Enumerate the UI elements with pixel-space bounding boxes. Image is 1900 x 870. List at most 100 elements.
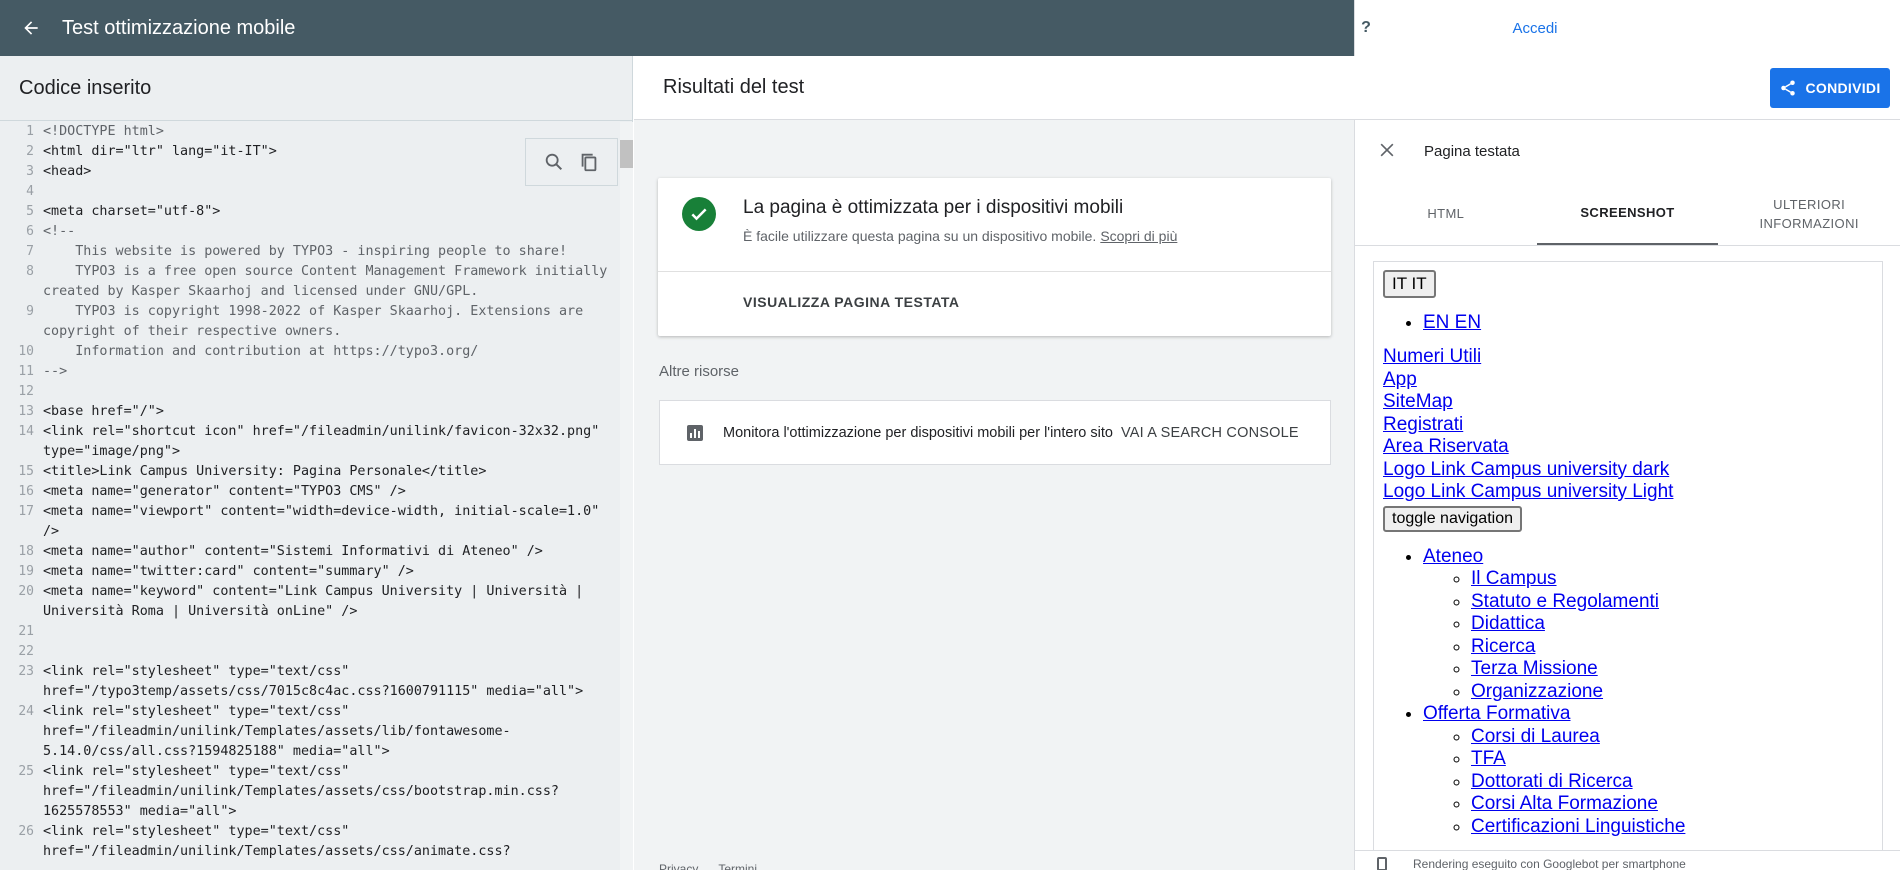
privacy-link[interactable]: Privacy bbox=[659, 862, 698, 870]
bar-chart-icon bbox=[687, 424, 703, 441]
code-text: <meta charset="utf-8"> bbox=[43, 204, 221, 219]
screenshot-submenu-item: Terza Missione bbox=[1471, 658, 1598, 679]
language-link-en: EN EN bbox=[1423, 312, 1482, 333]
apps-grid-icon[interactable] bbox=[1422, 19, 1440, 37]
tab-screenshot[interactable]: SCREENSHOT bbox=[1536, 182, 1719, 245]
login-button[interactable]: Accedi bbox=[1470, 10, 1600, 46]
code-line: 14 <link rel="shortcut icon" href="/filea… bbox=[0, 422, 620, 462]
line-number: 17 bbox=[18, 504, 34, 519]
code-line: 21 bbox=[0, 622, 620, 642]
line-number: 14 bbox=[18, 424, 34, 439]
screenshot-links: Numeri Utili App SiteMap Registrati Area Ris… bbox=[1383, 346, 1873, 504]
code-line: 7 This website is powered by TYPO3 - ins… bbox=[0, 242, 620, 262]
code-text: --> bbox=[43, 364, 68, 379]
line-number: 23 bbox=[18, 664, 34, 679]
code-line: 5 <meta charset="utf-8"> bbox=[0, 202, 620, 222]
line-number: 15 bbox=[18, 464, 34, 479]
screenshot-submenu-item: Statuto e Regolamenti bbox=[1471, 590, 1660, 612]
back-button[interactable] bbox=[0, 0, 62, 56]
check-circle-icon bbox=[682, 197, 716, 231]
code-line: 24 <link rel="stylesheet" type="text/css"… bbox=[0, 702, 620, 762]
screenshot-link: Logo Link Campus university dark bbox=[1383, 458, 1670, 480]
line-number: 22 bbox=[18, 644, 34, 659]
smartphone-icon bbox=[1377, 857, 1387, 870]
tested-page-panel: Pagina testata HTML SCREENSHOT ULTERIORI… bbox=[1354, 120, 1900, 870]
code-line: 11 --> bbox=[0, 362, 620, 382]
code-text: This website is powered by TYPO3 - inspi… bbox=[43, 244, 568, 259]
line-number: 25 bbox=[18, 764, 34, 779]
code-text: <link rel="stylesheet" type="text/css" h… bbox=[43, 664, 584, 699]
screenshot-submenu-item: Dottorati di Ricerca bbox=[1471, 770, 1633, 792]
screenshot-submenu-item: Didattica bbox=[1471, 613, 1545, 634]
code-line: 15 <title>Link Campus University: Pagina … bbox=[0, 462, 620, 482]
code-scrollbar[interactable] bbox=[620, 122, 633, 870]
view-tested-page-button[interactable]: VISUALIZZA PAGINA TESTATA bbox=[743, 294, 960, 310]
share-button[interactable]: CONDIVIDI bbox=[1770, 68, 1890, 108]
line-number: 9 bbox=[26, 304, 34, 319]
help-icon[interactable]: ? bbox=[1355, 17, 1377, 39]
verdict-description: È facile utilizzare questa pagina su un … bbox=[743, 228, 1097, 244]
learn-more-link[interactable]: Scopri di più bbox=[1100, 228, 1177, 244]
code-line: 16 <meta name="generator" content="TYPO3 … bbox=[0, 482, 620, 502]
monitor-text: Monitora l'ottimizzazione per dispositiv… bbox=[723, 424, 1113, 441]
code-line: 9 TYPO3 is copyright 1998-2022 of Kasper… bbox=[0, 302, 620, 342]
close-icon[interactable] bbox=[1377, 140, 1397, 160]
line-number: 10 bbox=[18, 344, 34, 359]
code-text: <link rel="shortcut icon" href="/fileadm… bbox=[43, 424, 608, 459]
line-number: 11 bbox=[18, 364, 34, 379]
line-number: 26 bbox=[18, 824, 34, 839]
line-number: 24 bbox=[18, 704, 34, 719]
line-number: 18 bbox=[18, 544, 34, 559]
app-title: Test ottimizzazione mobile bbox=[62, 16, 296, 39]
code-line: 17 <meta name="viewport" content="width=d… bbox=[0, 502, 620, 542]
share-icon bbox=[1781, 80, 1796, 96]
code-text: Information and contribution at https://… bbox=[43, 344, 479, 359]
screenshot-menu-item: Offerta Formativa bbox=[1423, 703, 1571, 724]
verdict-heading: La pagina è ottimizzata per i dispositiv… bbox=[743, 197, 1124, 218]
line-number: 2 bbox=[26, 144, 34, 159]
code-line: 6 <!-- bbox=[0, 222, 620, 242]
code-text: <!-- bbox=[43, 224, 76, 239]
search-console-link[interactable]: VAI A SEARCH CONSOLE bbox=[1121, 425, 1299, 441]
code-text: <meta name="keyword" content="Link Campu… bbox=[43, 584, 592, 619]
code-line: 23 <link rel="stylesheet" type="text/css"… bbox=[0, 662, 620, 702]
line-number: 21 bbox=[18, 624, 34, 639]
screenshot-submenu-item: Organizzazione bbox=[1471, 680, 1604, 702]
tab-html[interactable]: HTML bbox=[1355, 182, 1537, 245]
scrollbar-thumb[interactable] bbox=[620, 140, 633, 168]
search-console-resource: Monitora l'ottimizzazione per dispositiv… bbox=[659, 400, 1331, 465]
code-text: <link rel="stylesheet" type="text/css" h… bbox=[43, 824, 511, 859]
share-label: CONDIVIDI bbox=[1805, 80, 1881, 96]
line-number: 16 bbox=[18, 484, 34, 499]
code-line: 8 TYPO3 is a free open source Content Ma… bbox=[0, 262, 620, 302]
tested-page-tabs: HTML SCREENSHOT ULTERIORI INFORMAZIONI bbox=[1355, 182, 1900, 246]
code-text: <link rel="stylesheet" type="text/css" h… bbox=[43, 764, 559, 819]
code-text: <link rel="stylesheet" type="text/css" h… bbox=[43, 704, 511, 759]
code-panel-title: Codice inserito bbox=[0, 56, 632, 121]
screenshot-link: Numeri Utili bbox=[1383, 346, 1482, 367]
tab-more-info[interactable]: ULTERIORI INFORMAZIONI bbox=[1718, 182, 1900, 245]
screenshot-submenu-item: Corsi Alta Formazione bbox=[1471, 793, 1658, 814]
code-toolbar bbox=[525, 138, 618, 186]
screenshot-submenu-item: TFA bbox=[1471, 748, 1506, 769]
search-icon[interactable] bbox=[543, 151, 565, 173]
code-line: 25 <link rel="stylesheet" type="text/css"… bbox=[0, 762, 620, 822]
code-text: <base href="/"> bbox=[43, 404, 164, 419]
line-number: 7 bbox=[26, 244, 34, 259]
code-editor[interactable]: 1 <!DOCTYPE html> 2 <html dir="ltr" lang="i… bbox=[0, 122, 620, 870]
line-number: 1 bbox=[26, 124, 34, 139]
screenshot-submenu-item: Corsi di Laurea bbox=[1471, 725, 1600, 747]
code-line: 26 <link rel="stylesheet" type="text/css"… bbox=[0, 822, 620, 862]
verdict-subtext: È facile utilizzare questa pagina su un … bbox=[743, 228, 1177, 244]
code-line: 12 bbox=[0, 382, 620, 402]
results-title: Risultati del test bbox=[634, 56, 1900, 120]
code-line: 13 <base href="/"> bbox=[0, 402, 620, 422]
terms-link[interactable]: Termini bbox=[718, 862, 757, 870]
code-text: <meta name="author" content="Sistemi Inf… bbox=[43, 544, 543, 559]
screenshot-link: Registrati bbox=[1383, 413, 1464, 435]
copy-icon[interactable] bbox=[578, 151, 600, 173]
code-line: 22 bbox=[0, 642, 620, 662]
top-app-bar: Test ottimizzazione mobile ? Accedi bbox=[0, 0, 1900, 56]
line-number: 3 bbox=[26, 164, 34, 179]
